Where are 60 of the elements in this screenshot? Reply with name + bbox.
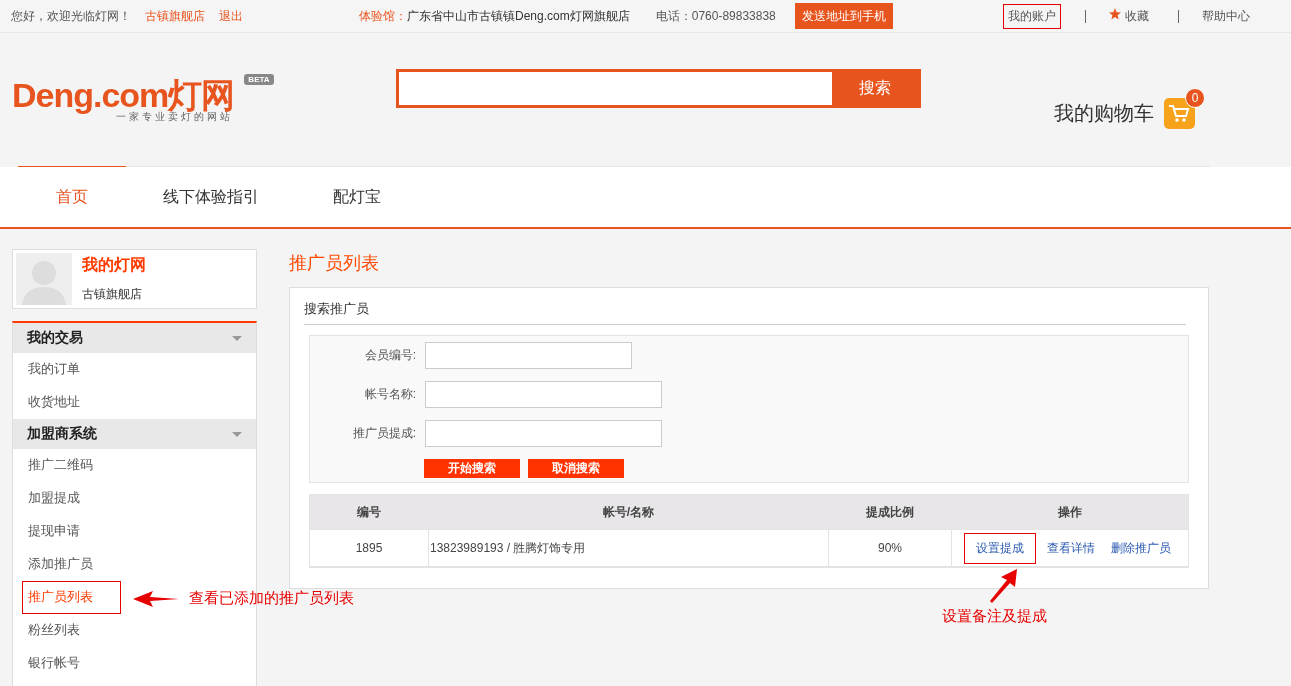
cart-count-badge: 0: [1185, 88, 1205, 108]
greeting-text: 您好，欢迎光临灯网！: [11, 7, 131, 25]
table-cell: 13823989193 / 胜腾灯饰专用: [428, 529, 829, 567]
action-link[interactable]: 删除推广员: [1106, 532, 1176, 564]
column-header: 操作: [951, 494, 1189, 530]
panel-title: 搜索推广员: [304, 298, 1186, 325]
search-field[interactable]: [399, 72, 832, 105]
showroom-text: 体验馆：广东省中山市古镇镇Deng.com灯网旗舰店: [359, 7, 630, 25]
menu-group-title: 我的交易: [27, 329, 83, 347]
input-field[interactable]: [425, 381, 662, 408]
logo[interactable]: Deng.com灯网 BETA 一家专业卖灯的网站: [12, 75, 396, 124]
action-link[interactable]: 设置提成: [964, 532, 1036, 564]
send-to-phone-button[interactable]: 发送地址到手机: [794, 3, 893, 29]
star-icon: [1109, 7, 1121, 20]
profile-store: 古镇旗舰店: [82, 286, 143, 303]
page-title: 推广员列表: [289, 252, 380, 275]
beta-badge: BETA: [244, 73, 274, 85]
phone-text: 电话：0760-89833838: [655, 7, 776, 25]
field-label: 帐号名称:: [363, 386, 416, 403]
column-header: 编号: [309, 494, 429, 530]
top-link[interactable]: 收藏: [1104, 3, 1154, 29]
menu-item[interactable]: 粉丝列表: [22, 614, 108, 647]
menu-item[interactable]: 银行帐号: [22, 647, 108, 680]
annotation-text: 查看已添加的推广员列表: [189, 589, 354, 608]
menu-group-header[interactable]: 我的交易: [13, 323, 256, 353]
field-label: 推广员提成:: [351, 425, 416, 442]
nav-tab[interactable]: 线下体验指引: [126, 166, 296, 227]
column-header: 提成比例: [828, 494, 952, 530]
menu-item[interactable]: 提现申请: [22, 515, 108, 548]
table-cell: 1895: [309, 529, 429, 567]
form-button[interactable]: 开始搜索: [424, 459, 520, 478]
nav-tab[interactable]: 配灯宝: [296, 166, 418, 227]
form-button[interactable]: 取消搜索: [528, 459, 624, 478]
top-link[interactable]: 帮助中心: [1197, 3, 1255, 29]
store-link[interactable]: 古镇旗舰店: [145, 7, 205, 25]
action-link[interactable]: 查看详情: [1042, 532, 1100, 564]
column-header: 帐号/名称: [428, 494, 829, 530]
annotation-text: 设置备注及提成: [941, 606, 1047, 626]
menu-item[interactable]: 我的订单: [22, 353, 108, 386]
top-link[interactable]: 我的账户: [1003, 3, 1061, 29]
menu-group-header[interactable]: 加盟商系统: [13, 419, 256, 449]
search-button[interactable]: 搜索: [832, 72, 918, 105]
cart-link[interactable]: 我的购物车: [1054, 100, 1154, 127]
caret-icon: [232, 431, 242, 437]
profile-name: 我的灯网: [82, 255, 146, 275]
logout-link[interactable]: 退出: [219, 7, 243, 25]
menu-item[interactable]: 收货地址: [22, 386, 108, 419]
table-cell: 90%: [828, 529, 952, 567]
avatar-icon: [16, 253, 72, 305]
input-field[interactable]: [425, 420, 662, 447]
nav-tab[interactable]: 首页: [18, 166, 126, 227]
caret-icon: [232, 335, 242, 341]
menu-item[interactable]: 推广员列表: [22, 581, 121, 614]
menu-item[interactable]: 推广二维码: [22, 449, 121, 482]
menu-item[interactable]: 添加推广员: [22, 548, 121, 581]
field-label: 会员编号:: [363, 347, 416, 364]
input-field[interactable]: [425, 342, 632, 369]
menu-group-title: 加盟商系统: [27, 425, 97, 443]
arrow-icon: [989, 568, 1019, 603]
menu-item[interactable]: 加盟提成: [22, 482, 108, 515]
